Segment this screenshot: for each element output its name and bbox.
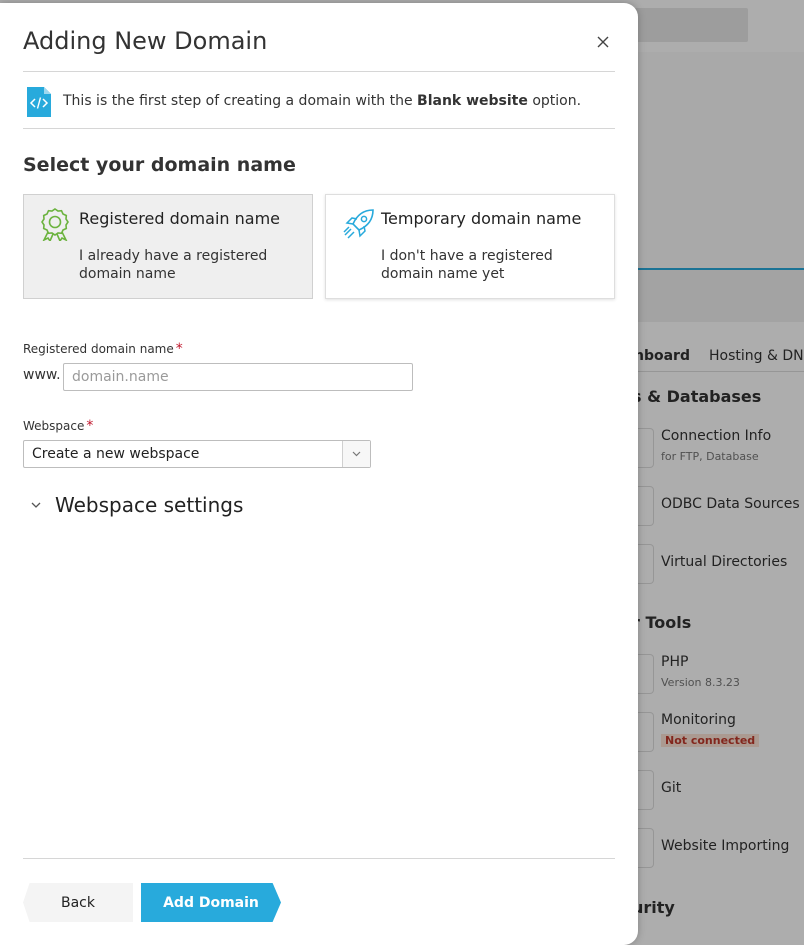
temporary-card-desc: I don't have a registered domain name ye… — [381, 248, 553, 282]
domain-name-input[interactable] — [63, 363, 413, 391]
info-text: This is the first step of creating a dom… — [63, 93, 582, 109]
chevron-down-icon — [31, 502, 41, 508]
dialog-title: Adding New Domain — [23, 27, 268, 55]
registered-domain-card[interactable]: Registered domain name I already have a … — [23, 194, 313, 299]
webspace-select[interactable]: Create a new webspace — [23, 440, 371, 468]
webspace-settings-title: Webspace settings — [55, 493, 244, 517]
code-file-icon — [27, 87, 51, 117]
info-message: This is the first step of creating a dom… — [23, 83, 615, 123]
webspace-select-value: Create a new webspace — [32, 446, 200, 462]
section-title: Select your domain name — [23, 154, 296, 176]
webspace-select-toggle[interactable] — [342, 441, 370, 467]
rocket-icon — [343, 209, 374, 239]
www-prefix: www. — [23, 367, 61, 383]
registered-card-title: Registered domain name — [79, 209, 280, 228]
webspace-label: Webspace * — [23, 418, 94, 434]
back-button[interactable]: Back — [23, 883, 133, 922]
required-mark: * — [175, 341, 183, 357]
footer-divider — [23, 858, 615, 859]
info-divider — [23, 128, 615, 129]
registered-card-desc: I already have a registered domain name — [79, 248, 268, 282]
close-button[interactable] — [590, 29, 616, 55]
domain-name-label: Registered domain name * — [23, 341, 183, 357]
title-divider — [23, 71, 615, 72]
chevron-down-icon — [352, 451, 361, 457]
required-mark: * — [86, 418, 94, 434]
add-domain-button[interactable]: Add Domain — [141, 883, 281, 922]
award-icon — [41, 208, 69, 241]
add-domain-dialog: Adding New Domain This is the first step… — [0, 3, 638, 945]
close-icon — [597, 36, 609, 48]
temporary-domain-card[interactable]: Temporary domain name I don't have a reg… — [325, 194, 615, 299]
temporary-card-title: Temporary domain name — [381, 209, 582, 228]
